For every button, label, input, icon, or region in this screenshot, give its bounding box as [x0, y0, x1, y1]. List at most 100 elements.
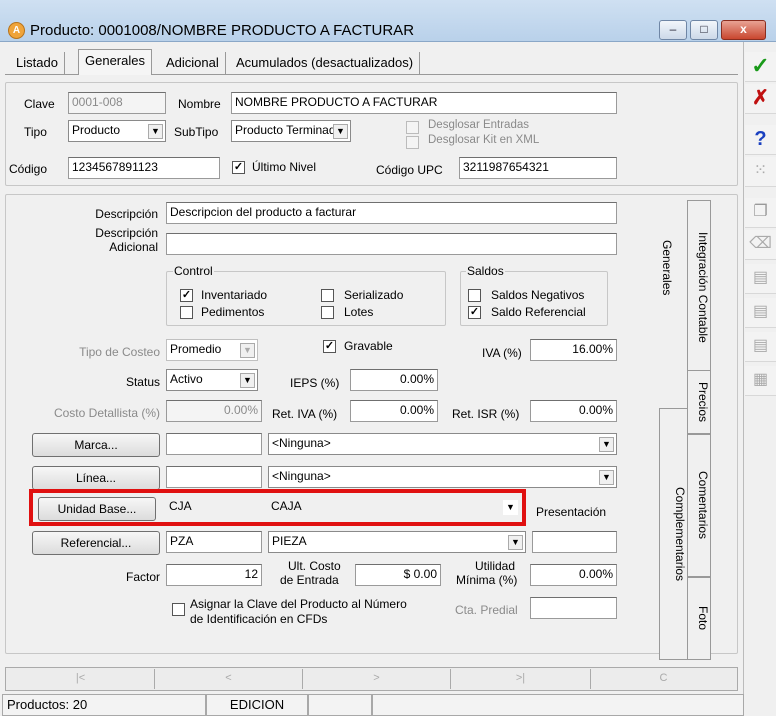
- linea-value: <Ninguna>: [272, 469, 331, 483]
- tipo-select[interactable]: Producto ▼: [68, 120, 166, 142]
- desglosar-kit-checkbox[interactable]: [406, 136, 419, 149]
- serializado-checkbox[interactable]: [321, 288, 334, 303]
- descripcion-label: Descripción: [95, 207, 158, 221]
- factor-field[interactable]: 12: [166, 564, 262, 586]
- tipo-costeo-value: Promedio: [170, 342, 222, 356]
- ieps-field[interactable]: 0.00%: [350, 369, 438, 391]
- saldo-referencial-checkbox[interactable]: ✓: [468, 305, 481, 320]
- referencial-code-field[interactable]: PZA: [166, 531, 262, 553]
- side-tab-complementarios[interactable]: Complementarios: [659, 408, 687, 660]
- chevron-down-icon: ▼: [333, 124, 348, 139]
- unidad-base-select[interactable]: CAJA ▼: [268, 497, 520, 519]
- marca-button[interactable]: Marca...: [32, 433, 160, 457]
- chevron-down-icon: ▼: [599, 470, 614, 485]
- first-record-button[interactable]: |<: [7, 669, 155, 689]
- unidad-base-button[interactable]: Unidad Base...: [38, 497, 156, 521]
- ret-iva-label: Ret. IVA (%): [272, 407, 338, 421]
- clave-field[interactable]: 0001-008: [68, 92, 166, 114]
- descripcion-field[interactable]: Descripcion del producto a facturar: [166, 202, 617, 224]
- ult-costo-label-2: de Entrada: [280, 573, 339, 587]
- lotes-checkbox[interactable]: [321, 305, 334, 320]
- ultimo-nivel-label: Último Nivel: [252, 160, 317, 174]
- status-select[interactable]: Activo ▼: [166, 369, 258, 391]
- gravable-checkbox[interactable]: ✓: [323, 339, 336, 354]
- chevron-down-icon: ▼: [240, 343, 255, 358]
- ret-isr-field[interactable]: 0.00%: [530, 400, 617, 422]
- costo-detallista-field[interactable]: 0.00%: [166, 400, 262, 422]
- next-record-button[interactable]: >: [303, 669, 451, 689]
- inventariado-checkbox[interactable]: ✓: [180, 288, 193, 303]
- help-icon[interactable]: ?: [745, 125, 776, 155]
- ret-iva-field[interactable]: 0.00%: [350, 400, 438, 422]
- costo-detallista-label: Costo Detallista (%): [53, 406, 160, 420]
- saldos-negativos-checkbox[interactable]: [468, 288, 481, 303]
- prev-record-button[interactable]: <: [155, 669, 303, 689]
- calculator-icon[interactable]: ▦: [745, 366, 776, 396]
- last-record-button[interactable]: >|: [451, 669, 591, 689]
- utilidad-field[interactable]: 0.00%: [530, 564, 617, 586]
- lotes-label: Lotes: [344, 305, 374, 319]
- descripcion-adicional-label-1: Descripción: [95, 226, 158, 240]
- unidad-base-value: CAJA: [271, 499, 302, 513]
- tipo-costeo-select[interactable]: Promedio ▼: [166, 339, 258, 361]
- marca-code-field[interactable]: [166, 433, 262, 455]
- trash-icon[interactable]: ⌫: [745, 230, 776, 260]
- copy-icon[interactable]: ❐: [745, 198, 776, 228]
- linea-code-field[interactable]: [166, 466, 262, 488]
- desglosar-kit-label: Desglosar Kit en XML: [428, 134, 540, 146]
- pedimentos-label: Pedimentos: [201, 305, 265, 319]
- print-icon[interactable]: ▤: [745, 332, 776, 362]
- print-icon[interactable]: ▤: [745, 298, 776, 328]
- pedimentos-checkbox[interactable]: [180, 305, 193, 320]
- subtipo-select[interactable]: Producto Terminad ▼: [231, 120, 351, 142]
- iva-label: IVA (%): [482, 346, 522, 360]
- codigo-field[interactable]: 1234567891123: [68, 157, 220, 179]
- side-tab-integracion-contable[interactable]: Integración Contable: [687, 200, 711, 375]
- status-empty-1: [308, 694, 372, 716]
- asignar-clave-checkbox[interactable]: [172, 602, 185, 617]
- iva-field[interactable]: 16.00%: [530, 339, 617, 361]
- side-tab-foto[interactable]: Foto: [687, 577, 711, 660]
- print-icon[interactable]: ▤: [745, 264, 776, 294]
- nombre-field[interactable]: NOMBRE PRODUCTO A FACTURAR: [231, 92, 617, 114]
- close-x-icon[interactable]: ✗: [745, 84, 776, 114]
- inventariado-label: Inventariado: [201, 288, 268, 302]
- codigo-upc-field[interactable]: 3211987654321: [459, 157, 617, 179]
- descripcion-adicional-field[interactable]: [166, 233, 617, 255]
- status-label: Status: [125, 375, 160, 389]
- unidad-base-code-field[interactable]: CJA: [166, 497, 262, 519]
- chevron-down-icon: ▼: [240, 373, 255, 388]
- title-bar: A Producto: 0001008/NOMBRE PRODUCTO A FA…: [0, 0, 776, 42]
- ret-isr-label: Ret. ISR (%): [452, 407, 520, 421]
- minimize-button[interactable]: –: [659, 20, 687, 40]
- tipo-label: Tipo: [24, 125, 47, 139]
- tipo-value: Producto: [72, 123, 121, 137]
- tab-generales[interactable]: Generales: [78, 49, 152, 75]
- maximize-button[interactable]: □: [690, 20, 718, 40]
- presentacion-field[interactable]: [532, 531, 617, 553]
- side-tab-comentarios[interactable]: Comentarios: [687, 434, 711, 577]
- referencial-button[interactable]: Referencial...: [32, 531, 160, 555]
- presentacion-label: Presentación: [536, 505, 607, 519]
- ultimo-nivel-checkbox[interactable]: ✓: [232, 160, 245, 175]
- dotted-grid-icon[interactable]: ⁙: [745, 157, 776, 187]
- close-window-button[interactable]: x: [721, 20, 766, 40]
- nombre-label: Nombre: [178, 97, 221, 111]
- desglosar-entradas-checkbox[interactable]: [406, 121, 419, 134]
- refresh-record-button[interactable]: C: [591, 669, 736, 689]
- tab-acumulados[interactable]: Acumulados (desactualizados): [230, 52, 421, 74]
- side-tab-generales[interactable]: Generales: [660, 240, 674, 295]
- referencial-select[interactable]: PIEZA ▼: [268, 531, 526, 553]
- tab-adicional[interactable]: Adicional: [160, 52, 226, 74]
- tab-listado[interactable]: Listado: [10, 52, 65, 74]
- linea-select[interactable]: <Ninguna> ▼: [268, 466, 617, 488]
- linea-button[interactable]: Línea...: [32, 466, 160, 490]
- status-mode: EDICION: [206, 694, 308, 716]
- check-icon[interactable]: ✓: [745, 52, 776, 82]
- gravable-label: Gravable: [344, 339, 393, 353]
- side-tab-precios[interactable]: Precios: [687, 370, 711, 434]
- asignar-clave-label-2: de Identificación en CFDs: [190, 612, 328, 626]
- ult-costo-field[interactable]: $ 0.00: [355, 564, 441, 586]
- cta-predial-field[interactable]: [530, 597, 617, 619]
- marca-select[interactable]: <Ninguna> ▼: [268, 433, 617, 455]
